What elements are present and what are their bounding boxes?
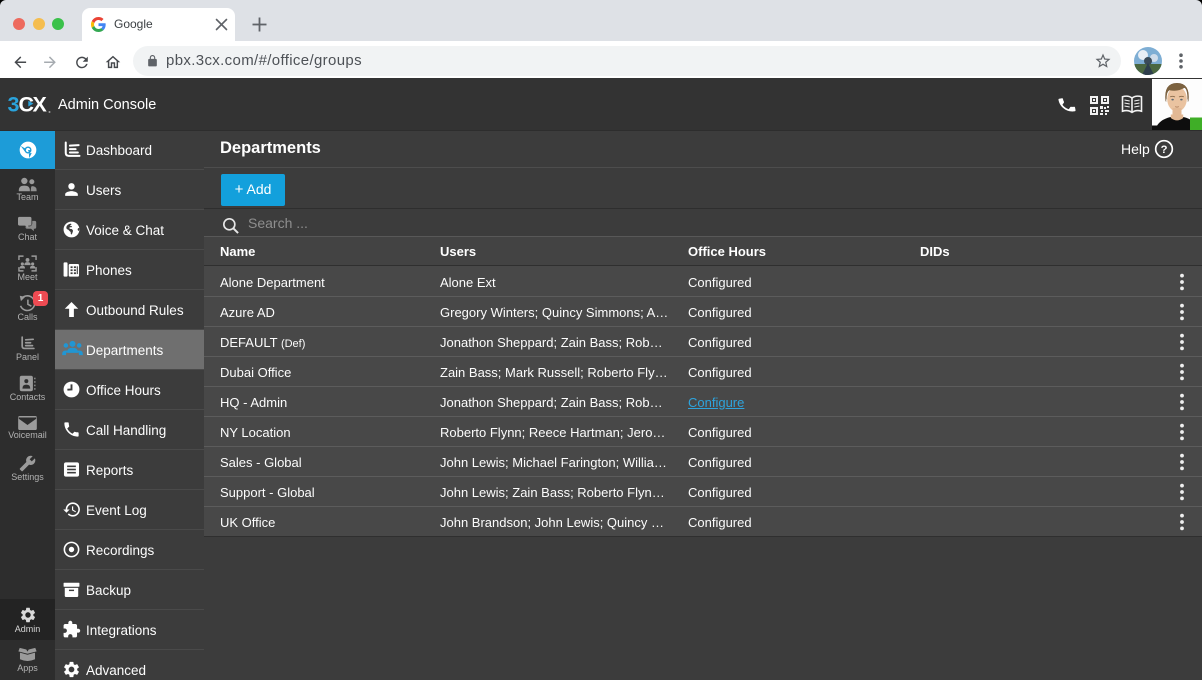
svg-text:?: ?: [1161, 144, 1168, 156]
svg-text:X: X: [33, 93, 48, 117]
